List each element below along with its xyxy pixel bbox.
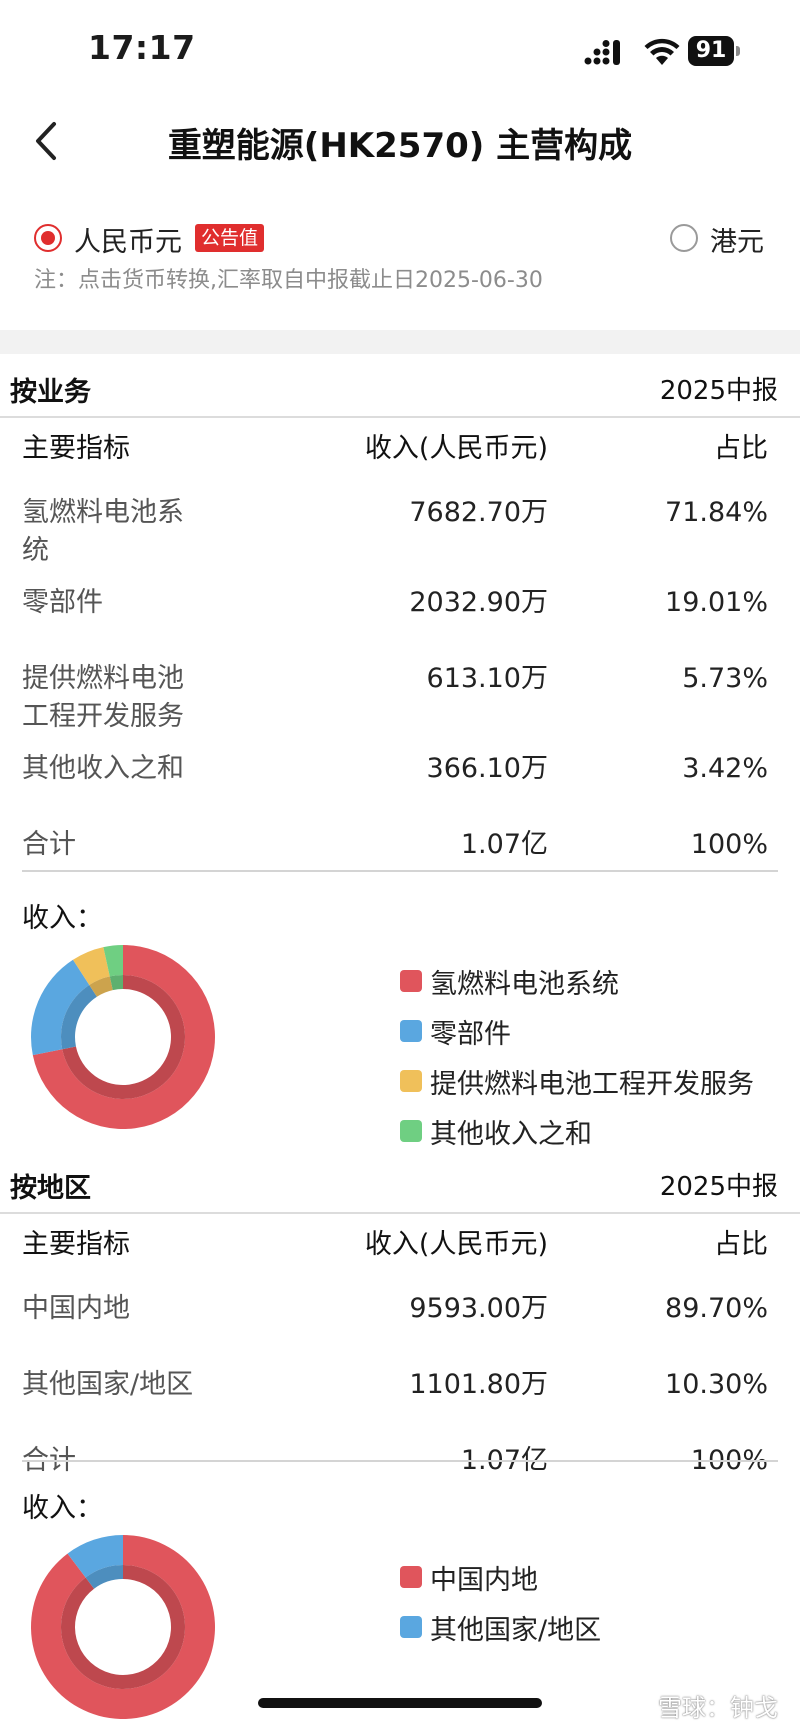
table-total-row: 合计 1.07亿 100% — [0, 1428, 800, 1504]
table-bottom-line — [22, 1460, 778, 1462]
row-ratio: 3.42% — [682, 753, 768, 784]
row-ratio: 89.70% — [665, 1293, 768, 1324]
status-time: 17:17 — [88, 28, 196, 67]
row-ratio: 5.73% — [682, 663, 768, 694]
row-revenue: 366.10万 — [426, 753, 548, 784]
legend-swatch — [400, 1566, 422, 1588]
total-ratio: 100% — [690, 829, 768, 860]
announcement-badge: 公告值 — [195, 224, 265, 252]
col-header-ratio: 占比 — [714, 433, 768, 464]
region-period[interactable]: 2025中报 — [660, 1166, 778, 1203]
col-header-revenue: 收入(人民币元) — [364, 433, 548, 464]
row-ratio: 19.01% — [665, 587, 768, 618]
legend-label: 中国内地 — [430, 1565, 538, 1596]
hkd-radio[interactable] — [670, 224, 698, 252]
row-name: 中国内地 — [22, 1293, 130, 1324]
legend-swatch — [400, 1070, 422, 1092]
legend-label: 其他收入之和 — [430, 1119, 592, 1150]
business-table: 主要指标 收入(人民币元) 占比 氢燃料电池系统 7682.70万 71.84%… — [0, 418, 800, 888]
hkd-label[interactable]: 港元 — [710, 220, 764, 259]
donut-hole — [76, 1580, 170, 1674]
section-divider — [0, 330, 800, 354]
row-revenue: 2032.90万 — [409, 587, 548, 618]
business-section: 按业务 2025中报 主要指标 收入(人民币元) 占比 氢燃料电池系统 7682… — [0, 356, 800, 1150]
region-donut-chart[interactable] — [30, 1534, 216, 1720]
region-section: 按地区 2025中报 主要指标 收入(人民币元) 占比 中国内地 9593.00… — [0, 1152, 800, 1731]
row-revenue: 613.10万 — [426, 663, 548, 694]
currency-selector: 人民币元 公告值 港元 注：点击货币转换,汇率取自中报截止日2025-06-30 — [0, 212, 800, 302]
row-revenue: 7682.70万 — [409, 497, 548, 528]
row-name: 零部件 — [22, 587, 103, 618]
cellular-signal-icon — [584, 40, 620, 65]
region-title: 按地区 — [10, 1173, 91, 1204]
table-row: 中国内地 9593.00万 89.70% — [0, 1276, 800, 1352]
battery-indicator: 91 — [688, 36, 744, 66]
legend-swatch — [400, 1020, 422, 1042]
row-revenue: 1101.80万 — [409, 1369, 548, 1400]
row-ratio: 71.84% — [665, 497, 768, 528]
rmb-radio[interactable] — [34, 224, 62, 252]
page-title: 重塑能源(HK2570) 主营构成 — [167, 126, 633, 166]
legend-label: 其他国家/地区 — [430, 1615, 602, 1646]
row-name: 其他国家/地区 — [22, 1369, 194, 1400]
row-name: 其他收入之和 — [22, 753, 184, 784]
table-row: 其他收入之和 366.10万 3.42% — [0, 736, 800, 812]
nav-bar: 重塑能源(HK2570) 主营构成 — [0, 100, 800, 182]
business-period[interactable]: 2025中报 — [660, 370, 778, 407]
legend-label: 提供燃料电池工程开发服务 — [430, 1069, 754, 1100]
home-indicator — [258, 1698, 542, 1708]
table-total-row: 合计 1.07亿 100% — [0, 812, 800, 888]
region-header: 按地区 2025中报 — [0, 1152, 800, 1214]
legend-label: 零部件 — [430, 1019, 511, 1050]
revenue-label: 收入： — [22, 903, 103, 934]
table-row: 氢燃料电池系统 7682.70万 71.84% — [0, 480, 800, 570]
table-row: 提供燃料电池工程开发服务 613.10万 5.73% — [0, 646, 800, 736]
row-ratio: 10.30% — [665, 1369, 768, 1400]
legend-swatch — [400, 970, 422, 992]
col-header-revenue: 收入(人民币元) — [364, 1229, 548, 1260]
row-revenue: 9593.00万 — [409, 1293, 548, 1324]
table-row: 零部件 2032.90万 19.01% — [0, 570, 800, 646]
watermark-text: 雪球：钟戈 — [658, 1694, 778, 1722]
business-donut-chart[interactable] — [30, 944, 216, 1130]
row-name: 氢燃料电池系统 — [22, 497, 184, 566]
wifi-icon — [644, 38, 680, 65]
status-bar: 17:17 91 — [0, 0, 800, 100]
business-title: 按业务 — [10, 377, 91, 408]
table-header-row: 主要指标 收入(人民币元) 占比 — [0, 1214, 800, 1276]
business-header: 按业务 2025中报 — [0, 356, 800, 418]
battery-level: 91 — [688, 36, 734, 66]
table-bottom-line — [22, 870, 778, 872]
total-revenue: 1.07亿 — [460, 1445, 548, 1476]
revenue-label: 收入： — [22, 1493, 103, 1524]
total-revenue: 1.07亿 — [460, 829, 548, 860]
legend-label: 氢燃料电池系统 — [430, 969, 619, 1000]
col-header-ratio: 占比 — [714, 1229, 768, 1260]
legend-swatch — [400, 1120, 422, 1142]
battery-tip — [736, 46, 740, 56]
currency-note: 注：点击货币转换,汇率取自中报截止日2025-06-30 — [34, 268, 543, 293]
table-row: 其他国家/地区 1101.80万 10.30% — [0, 1352, 800, 1428]
donut-hole — [76, 990, 170, 1084]
col-header-indicator: 主要指标 — [22, 433, 130, 464]
table-header-row: 主要指标 收入(人民币元) 占比 — [0, 418, 800, 480]
legend-swatch — [400, 1616, 422, 1638]
col-header-indicator: 主要指标 — [22, 1229, 130, 1260]
total-ratio: 100% — [690, 1445, 768, 1476]
rmb-label[interactable]: 人民币元 — [74, 220, 182, 259]
row-name: 提供燃料电池工程开发服务 — [22, 663, 184, 732]
total-label: 合计 — [22, 829, 76, 860]
